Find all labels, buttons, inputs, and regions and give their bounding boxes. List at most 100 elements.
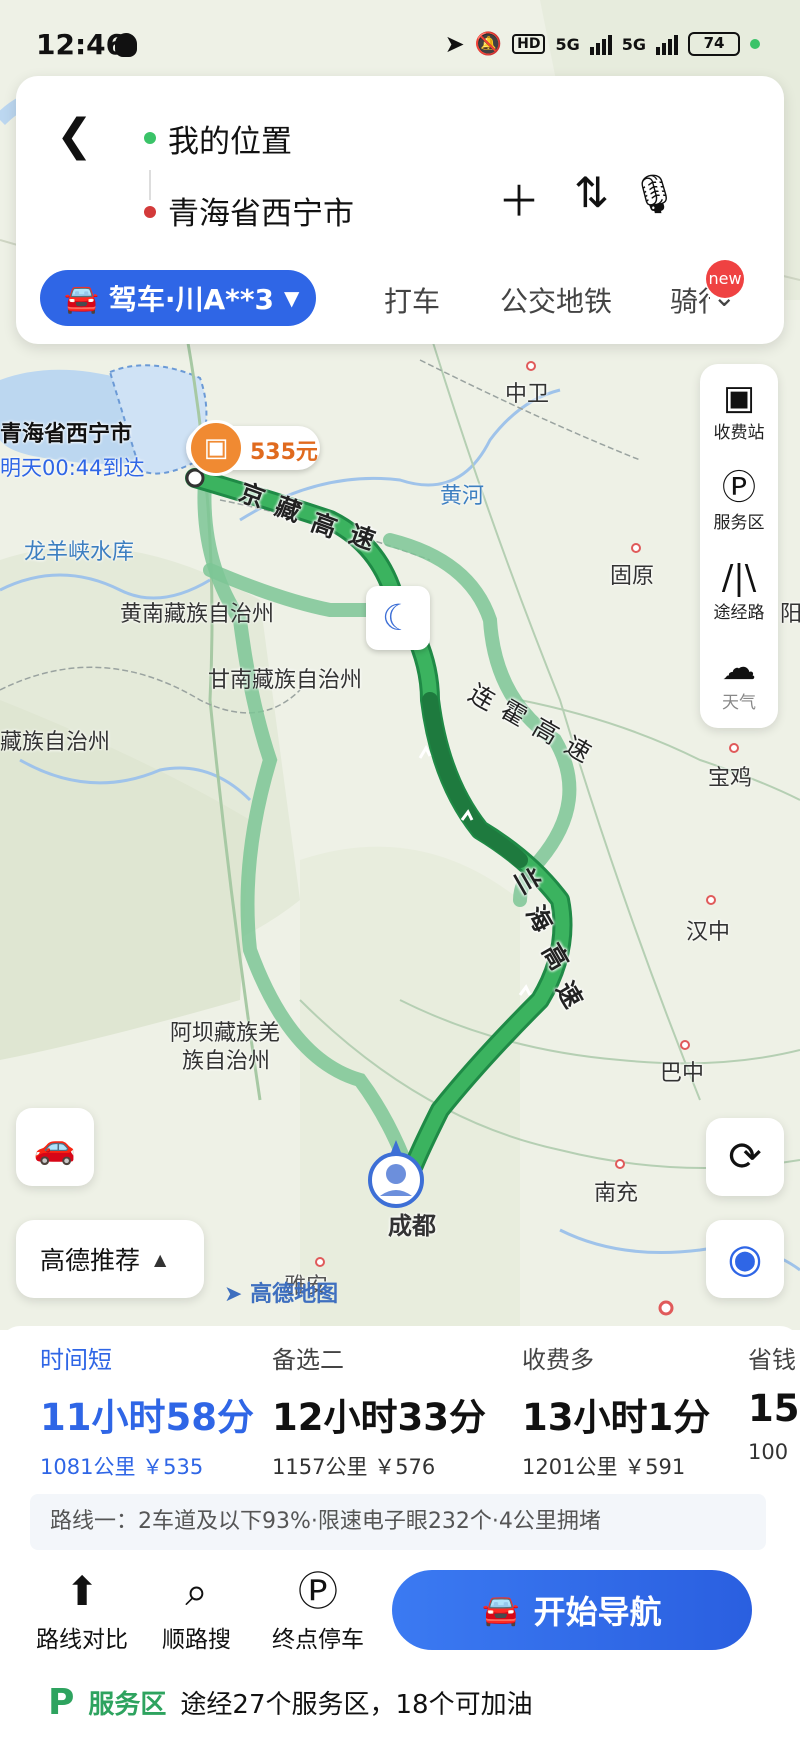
destination-field[interactable]: 青海省西宁市 xyxy=(168,188,354,233)
locate-button[interactable]: ◉ xyxy=(706,1220,784,1298)
tab-drive-label: 驾车·川A**3 xyxy=(108,283,274,316)
add-waypoint-icon[interactable]: ＋ xyxy=(498,168,540,229)
swap-icon[interactable]: ⇅ xyxy=(574,168,609,217)
tool-label: 收费站 xyxy=(713,423,765,443)
caret-up-icon: ▲ xyxy=(154,1249,167,1269)
amap-logo: ➤ 高德地图 xyxy=(224,1282,339,1307)
tab-ride[interactable]: 骑行 xyxy=(670,280,710,320)
recommend-dropdown[interactable]: 高德推荐 ▲ xyxy=(16,1220,204,1298)
route-results-sheet: 时间短 11小时58分 1081公里 ￥535 备选二 12小时33分 1157… xyxy=(0,1326,800,1756)
route-name: 收费多 xyxy=(522,1346,594,1374)
service-detail: 途经27个服务区，18个可加油 xyxy=(180,1690,533,1720)
service-area-summary[interactable]: P 服务区 途经27个服务区，18个可加油 xyxy=(48,1682,533,1723)
hd-icon: HD xyxy=(512,34,546,54)
map-place-label: 固原 xyxy=(610,564,655,589)
tool-toll-station[interactable]: ▣ 收费站 xyxy=(700,378,778,443)
map-place-label: 汉中 xyxy=(686,920,731,945)
origin-dot xyxy=(144,132,156,144)
arrival-time-label: 明天00:44到达 xyxy=(0,456,145,480)
tool-label: 服务区 xyxy=(713,513,765,533)
service-area-icon: Ⓟ xyxy=(722,468,756,508)
weather-icon: ☁ xyxy=(722,648,756,688)
tab-drive[interactable]: 🚘 驾车·川A**3 ▼ xyxy=(40,270,316,326)
status-icons: ➤ 🔕 HD 5G 5G 74 xyxy=(445,30,760,58)
map-place-label: 黄南藏族自治州 xyxy=(120,602,275,627)
route-name: 备选二 xyxy=(272,1346,344,1374)
route-time: 11小时58分 xyxy=(40,1396,254,1439)
mode-tabs: 🚘 驾车·川A**3 ▼ 打车 公交地铁 骑行 ⌄ new xyxy=(40,260,764,326)
tool-label: 天气 xyxy=(722,693,756,713)
network-label: 5G xyxy=(555,34,580,54)
microphone-icon[interactable]: 🎙 xyxy=(630,172,678,217)
car-icon: 🚘 xyxy=(64,281,99,315)
destination-label: 青海省西宁市 xyxy=(0,422,133,447)
status-time: 12:46 xyxy=(36,28,126,61)
back-icon[interactable]: ❮ xyxy=(56,114,93,158)
car-phone-connect-button[interactable]: 🚗 xyxy=(16,1108,94,1186)
route-option-3[interactable]: 收费多 13小时1分 1201公里 ￥591 xyxy=(522,1340,710,1481)
route-option-2[interactable]: 备选二 12小时33分 1157公里 ￥576 xyxy=(272,1340,486,1481)
search-along-button[interactable]: ⌕ 顺路搜 xyxy=(162,1566,231,1654)
route-connector xyxy=(149,170,151,200)
search-icon: ⌕ xyxy=(185,1569,208,1615)
service-title: 服务区 xyxy=(88,1690,167,1720)
car-icon: 🚘 xyxy=(482,1592,520,1628)
parking-button[interactable]: Ⓟ 终点停车 xyxy=(272,1566,364,1654)
privacy-dot xyxy=(750,39,760,49)
route-inputs: 我的位置 青海省西宁市 ＋ ⇅ 🎙 xyxy=(128,100,756,248)
parking-icon: Ⓟ xyxy=(298,1569,338,1615)
service-area-icon: P xyxy=(48,1682,75,1723)
night-driving-icon[interactable]: ☾ xyxy=(366,586,430,650)
map-place-label: 甘南藏族自治州 xyxy=(208,668,363,693)
tab-taxi[interactable]: 打车 xyxy=(384,280,440,320)
map-place-label: 中卫 xyxy=(505,382,550,407)
map-place-label: 南充 xyxy=(594,1181,639,1206)
start-navigation-label: 开始导航 xyxy=(533,1593,662,1631)
new-badge: new xyxy=(706,260,744,298)
qq-penguin-icon xyxy=(115,33,137,57)
route-time: 12小时33分 xyxy=(272,1396,486,1439)
map-place-label: 藏族自治州 xyxy=(0,730,111,755)
route-detail: 1201公里 ￥591 xyxy=(522,1455,686,1479)
tool-label: 途经路 xyxy=(713,603,765,623)
route-option-4[interactable]: 省钱 15 100 xyxy=(748,1340,800,1464)
location-arrow-icon: ➤ xyxy=(444,30,465,58)
destination-dot xyxy=(144,206,156,218)
route-detail: 1157公里 ￥576 xyxy=(272,1455,436,1479)
refresh-icon: ⟳ xyxy=(728,1134,762,1180)
locate-icon: ◉ xyxy=(727,1236,763,1282)
refresh-route-button[interactable]: ⟳ xyxy=(706,1118,784,1196)
bell-off-icon: 🔕 xyxy=(474,31,503,57)
map-river-label: 黄河 xyxy=(440,484,485,509)
route-name: 时间短 xyxy=(40,1346,112,1374)
map-lake-label: 龙羊峡水库 xyxy=(24,540,135,565)
origin-field[interactable]: 我的位置 xyxy=(168,116,292,161)
route-detail: 1081公里 ￥535 xyxy=(40,1455,204,1479)
tool-service-area[interactable]: Ⓟ 服务区 xyxy=(700,468,778,533)
map-place-label: 族自治州 xyxy=(182,1049,271,1074)
map-tools-panel: ▣ 收费站 Ⓟ 服务区 /|\ 途经路 ☁ 天气 xyxy=(700,364,778,728)
route-compare-button[interactable]: ⬆ 路线对比 xyxy=(36,1566,128,1654)
toll-station-icon: ▣ xyxy=(188,420,244,476)
parking-label: 终点停车 xyxy=(272,1627,364,1653)
origin-city-label: 成都 xyxy=(388,1212,436,1240)
network-label: 5G xyxy=(621,34,646,54)
map-place-label: 阳 xyxy=(780,602,800,627)
route-option-1[interactable]: 时间短 11小时58分 1081公里 ￥535 xyxy=(40,1340,254,1481)
signal-icon xyxy=(656,33,678,55)
car-phone-icon: 🚗 xyxy=(33,1127,77,1167)
toll-station-icon: ▣ xyxy=(722,378,756,418)
dropdown-caret-icon: ▼ xyxy=(283,286,300,310)
tool-weather[interactable]: ☁ 天气 xyxy=(700,648,778,713)
tab-transit[interactable]: 公交地铁 xyxy=(500,280,612,320)
battery-icon: 74 xyxy=(688,32,740,56)
compare-icon: ⬆ xyxy=(65,1569,99,1615)
tool-route-via[interactable]: /|\ 途经路 xyxy=(700,558,778,623)
start-navigation-button[interactable]: 🚘 开始导航 xyxy=(392,1570,752,1650)
route-name: 省钱 xyxy=(748,1346,796,1374)
route-detail: 100 xyxy=(748,1440,789,1464)
map-place-label: 宝鸡 xyxy=(708,766,753,791)
route-time: 13小时1分 xyxy=(522,1396,711,1439)
route-via-icon: /|\ xyxy=(721,558,757,598)
recommend-label: 高德推荐 xyxy=(40,1246,141,1275)
